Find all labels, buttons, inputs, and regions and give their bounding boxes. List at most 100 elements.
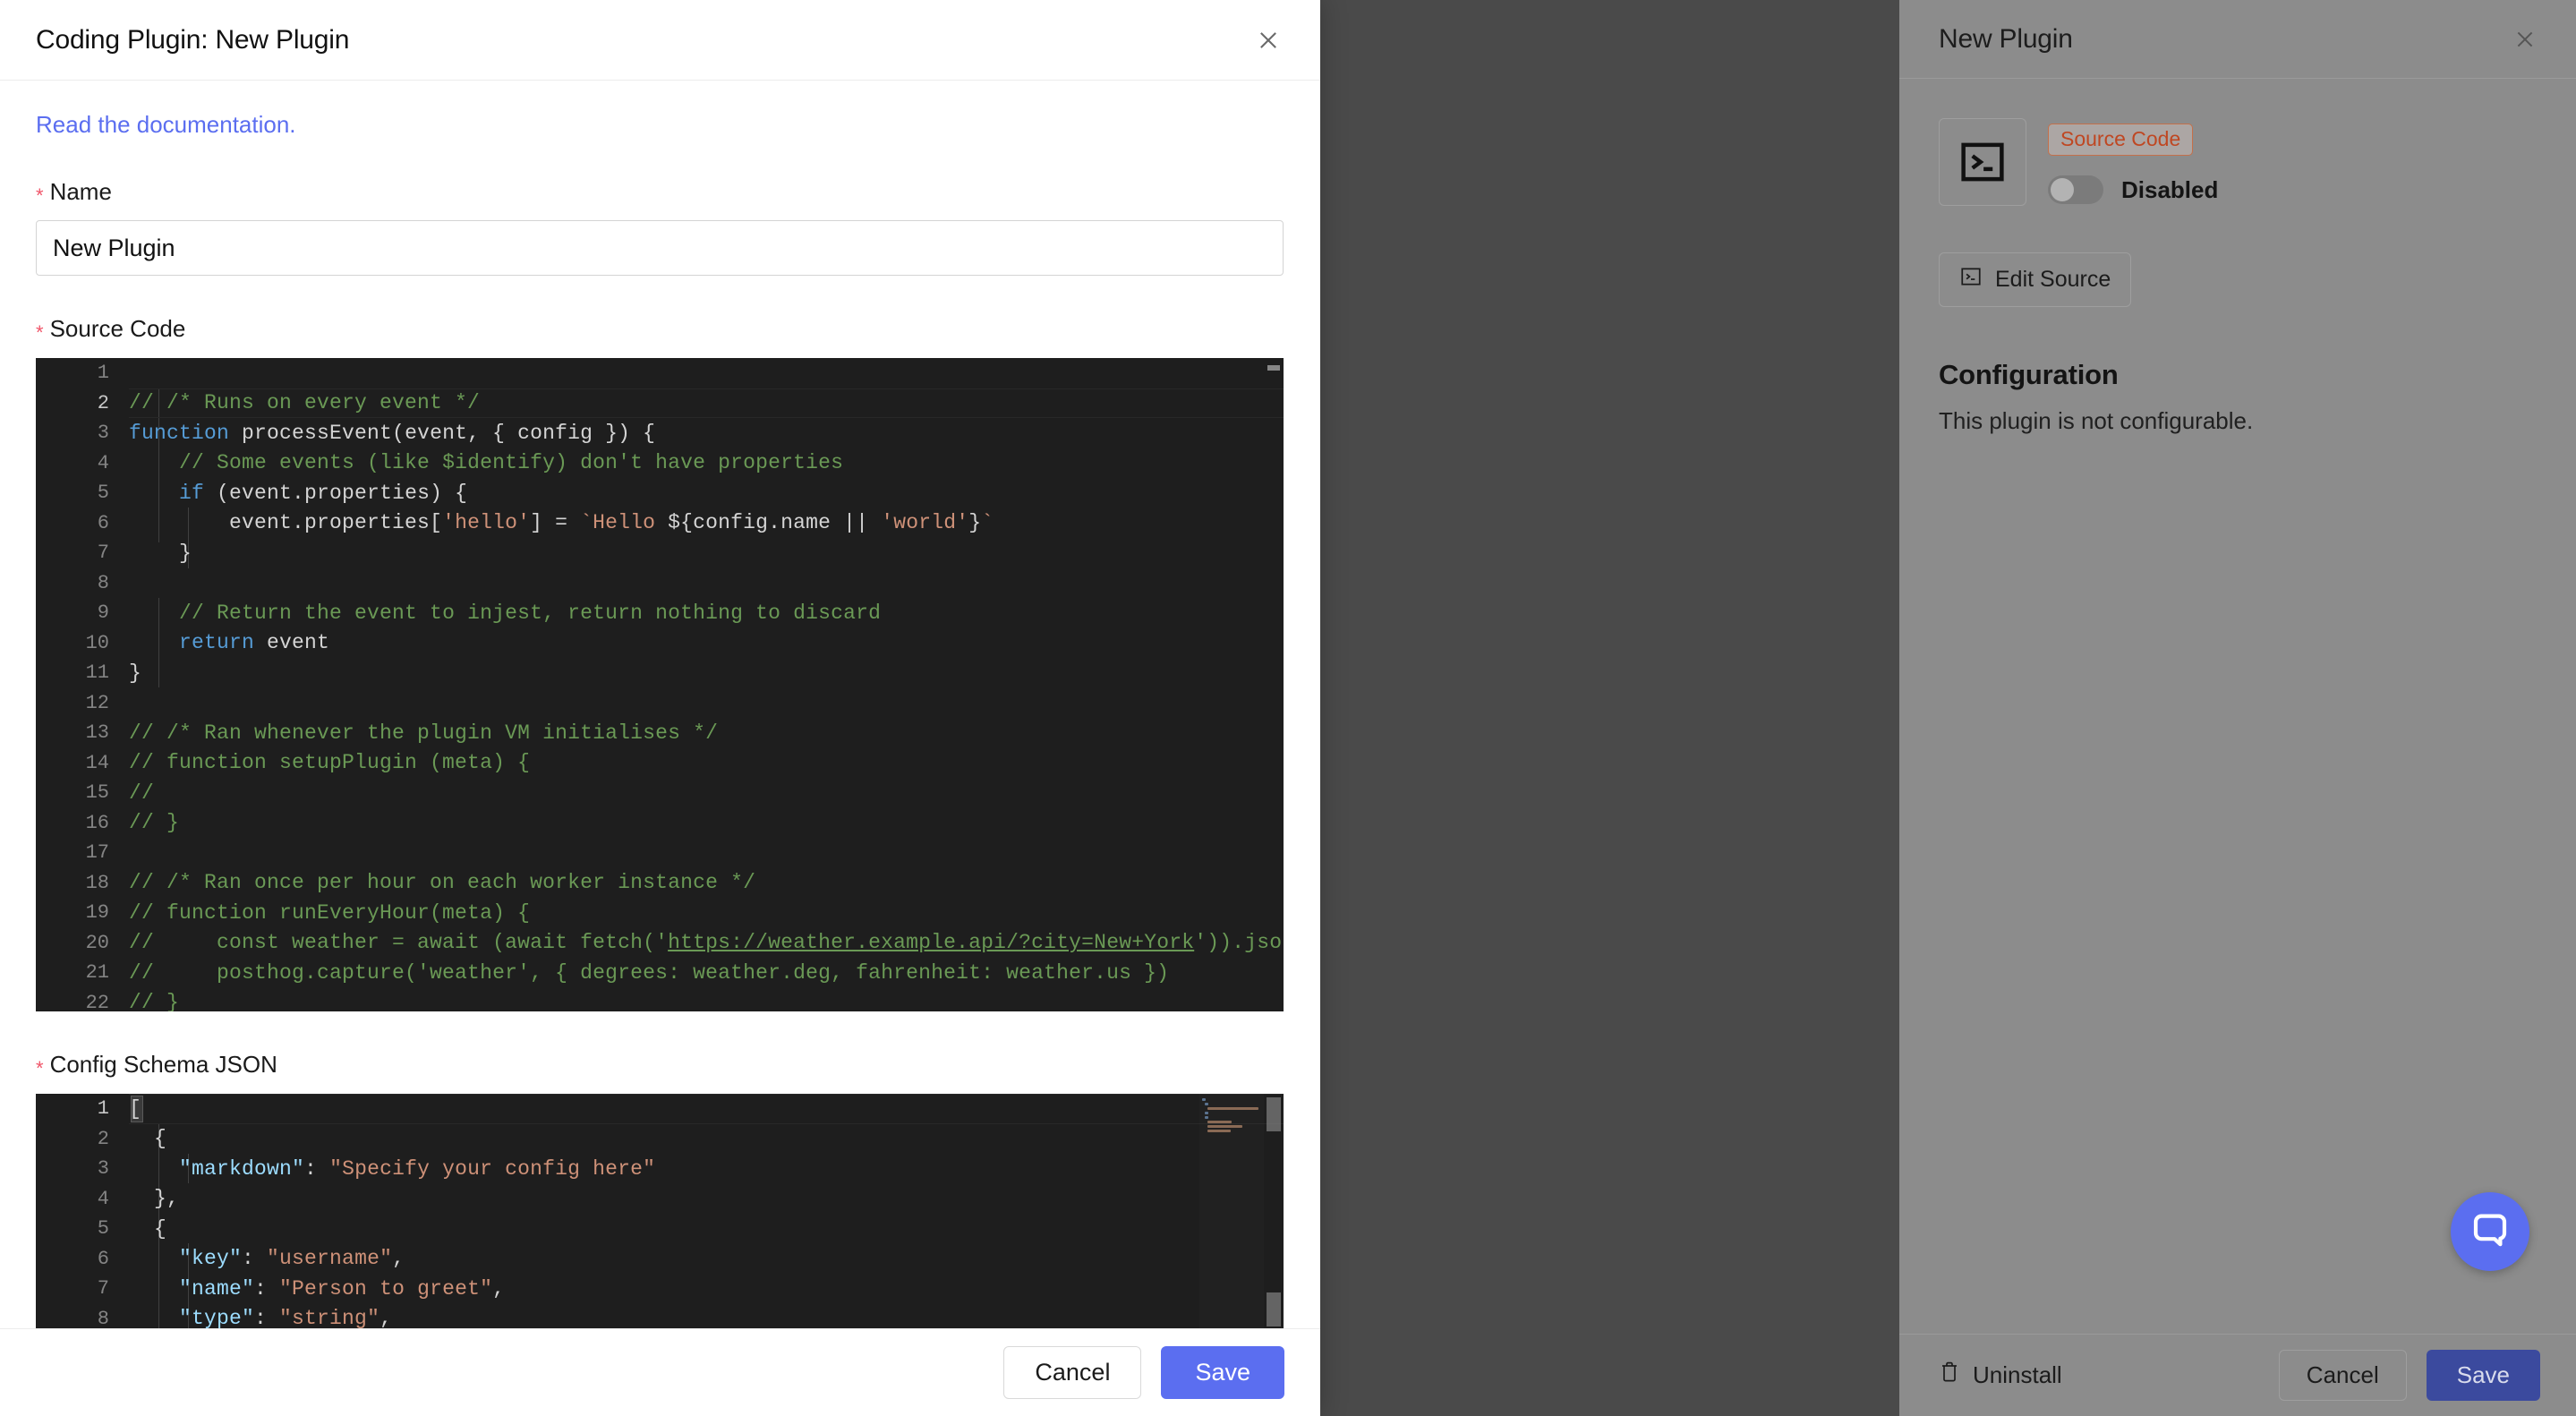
enabled-toggle[interactable]	[2048, 175, 2103, 204]
line-number: 7	[36, 542, 129, 564]
toggle-knob	[2051, 178, 2074, 201]
line-number: 10	[36, 632, 129, 654]
modal-header: Coding Plugin: New Plugin	[0, 0, 1320, 81]
save-button[interactable]: Save	[1161, 1346, 1284, 1399]
side-panel-title: New Plugin	[1939, 24, 2073, 55]
code-token: "Person to greet"	[279, 1277, 492, 1301]
code-line: 19// function runEveryHour(meta) {	[36, 898, 1284, 928]
code-text: [	[129, 1097, 141, 1121]
trash-icon	[1939, 1361, 1960, 1390]
editor-minimap[interactable]	[1199, 1094, 1264, 1328]
close-icon[interactable]	[2506, 21, 2544, 58]
line-number: 17	[36, 841, 129, 864]
code-token: if	[179, 482, 204, 505]
save-button[interactable]: Save	[2427, 1350, 2540, 1401]
config-schema-label-text: Config Schema JSON	[50, 1051, 277, 1079]
line-number: 5	[36, 482, 129, 504]
code-token	[129, 1247, 179, 1270]
line-number: 8	[36, 1308, 129, 1328]
line-number: 2	[36, 1128, 129, 1150]
modal-body: Read the documentation. * Name * Source …	[0, 81, 1320, 1328]
code-text: // function setupPlugin (meta) {	[129, 751, 530, 774]
code-token: // }	[129, 811, 179, 834]
config-schema-editor[interactable]: 1[2 {3 "markdown": "Specify your config …	[36, 1094, 1284, 1328]
code-token: function	[129, 422, 229, 445]
code-line: 3 "markdown": "Specify your config here"	[36, 1154, 1284, 1184]
code-token: :	[242, 1247, 267, 1270]
documentation-link[interactable]: Read the documentation.	[36, 111, 296, 139]
code-line: 11}	[36, 658, 1284, 688]
line-number: 3	[36, 422, 129, 444]
code-text: // /* Ran once per hour on each worker i…	[129, 871, 755, 894]
scrollbar-thumb-secondary[interactable]	[1267, 1292, 1281, 1326]
chat-bubble-icon[interactable]	[2451, 1192, 2529, 1271]
minimap-line	[1207, 1121, 1232, 1123]
line-number: 2	[36, 392, 129, 414]
code-line: 2// /* Runs on every event */	[36, 388, 1284, 419]
code-token	[129, 1277, 179, 1301]
code-line: 1[	[36, 1094, 1284, 1124]
edit-source-button[interactable]: Edit Source	[1939, 252, 2131, 307]
cancel-button[interactable]: Cancel	[1003, 1346, 1141, 1399]
line-number: 12	[36, 692, 129, 714]
code-token: // function runEveryHour(meta) {	[129, 901, 530, 925]
code-line: 8 "type": "string",	[36, 1304, 1284, 1329]
code-token: // /* Runs on every event */	[129, 391, 480, 414]
code-token: "Specify your config here"	[329, 1157, 655, 1181]
minimap-line	[1207, 1125, 1242, 1128]
modal-footer: Cancel Save	[0, 1328, 1320, 1416]
code-text: "markdown": "Specify your config here"	[129, 1157, 655, 1181]
line-number: 1	[36, 1097, 129, 1120]
editor-scrollbar[interactable]	[1264, 1094, 1284, 1328]
code-text: },	[129, 1187, 179, 1210]
code-line: 4 // Some events (like $identify) don't …	[36, 448, 1284, 479]
cancel-button[interactable]: Cancel	[2279, 1350, 2407, 1401]
line-number: 14	[36, 752, 129, 774]
editor-scrollbar[interactable]	[1264, 358, 1284, 1011]
code-text: {	[129, 1127, 166, 1150]
minimap-line	[1207, 1130, 1231, 1132]
code-text: "name": "Person to greet",	[129, 1277, 505, 1301]
code-text: function processEvent(event, { config })…	[129, 422, 655, 445]
code-token: [	[129, 1097, 141, 1121]
code-token: 'hello'	[442, 511, 530, 534]
code-token: // function setupPlugin (meta) {	[129, 751, 530, 774]
code-line: 5 if (event.properties) {	[36, 478, 1284, 508]
side-panel-header: New Plugin	[1899, 0, 2576, 79]
code-token: ,	[492, 1277, 505, 1301]
toggle-state-label: Disabled	[2121, 176, 2218, 204]
code-line: 12	[36, 688, 1284, 719]
code-token	[129, 1157, 179, 1181]
code-text: // function runEveryHour(meta) {	[129, 901, 530, 925]
required-marker: *	[36, 323, 44, 343]
code-token: (event.properties) {	[204, 482, 467, 505]
code-token: }	[129, 661, 141, 685]
code-line: 16// }	[36, 808, 1284, 839]
code-token: ,	[380, 1307, 392, 1328]
uninstall-button[interactable]: Uninstall	[1939, 1361, 2062, 1390]
plugin-header-row: Source Code Disabled	[1939, 118, 2537, 206]
line-number: 20	[36, 932, 129, 954]
source-code-editor[interactable]: 12 // /* Runs on every event */3function …	[36, 358, 1284, 1011]
code-text: {	[129, 1217, 166, 1241]
enabled-toggle-row: Disabled	[2048, 175, 2218, 204]
line-number: 13	[36, 721, 129, 744]
code-token: `	[981, 511, 994, 534]
code-token: // /* Ran whenever the plugin VM initial…	[129, 721, 718, 745]
plugin-name-input[interactable]	[36, 220, 1284, 276]
close-icon[interactable]	[1249, 21, 1288, 60]
coding-plugin-modal: Coding Plugin: New Plugin Read the docum…	[0, 0, 1320, 1416]
code-text: // /* Ran whenever the plugin VM initial…	[129, 721, 718, 745]
source-code-lines: 12 // /* Runs on every event */3function …	[36, 358, 1284, 1011]
configuration-text: This plugin is not configurable.	[1939, 407, 2537, 435]
minimap-line	[1202, 1098, 1206, 1101]
required-marker: *	[36, 186, 44, 206]
code-line: 21// posthog.capture('weather', { degree…	[36, 958, 1284, 988]
required-marker: *	[36, 1059, 44, 1079]
scrollbar-thumb[interactable]	[1267, 1097, 1281, 1131]
code-token: return	[179, 631, 254, 654]
minimap-line	[1205, 1103, 1208, 1105]
code-token: :	[254, 1277, 279, 1301]
code-token: // posthog.capture('weather', { degrees:…	[129, 961, 1169, 985]
line-number: 4	[36, 452, 129, 474]
